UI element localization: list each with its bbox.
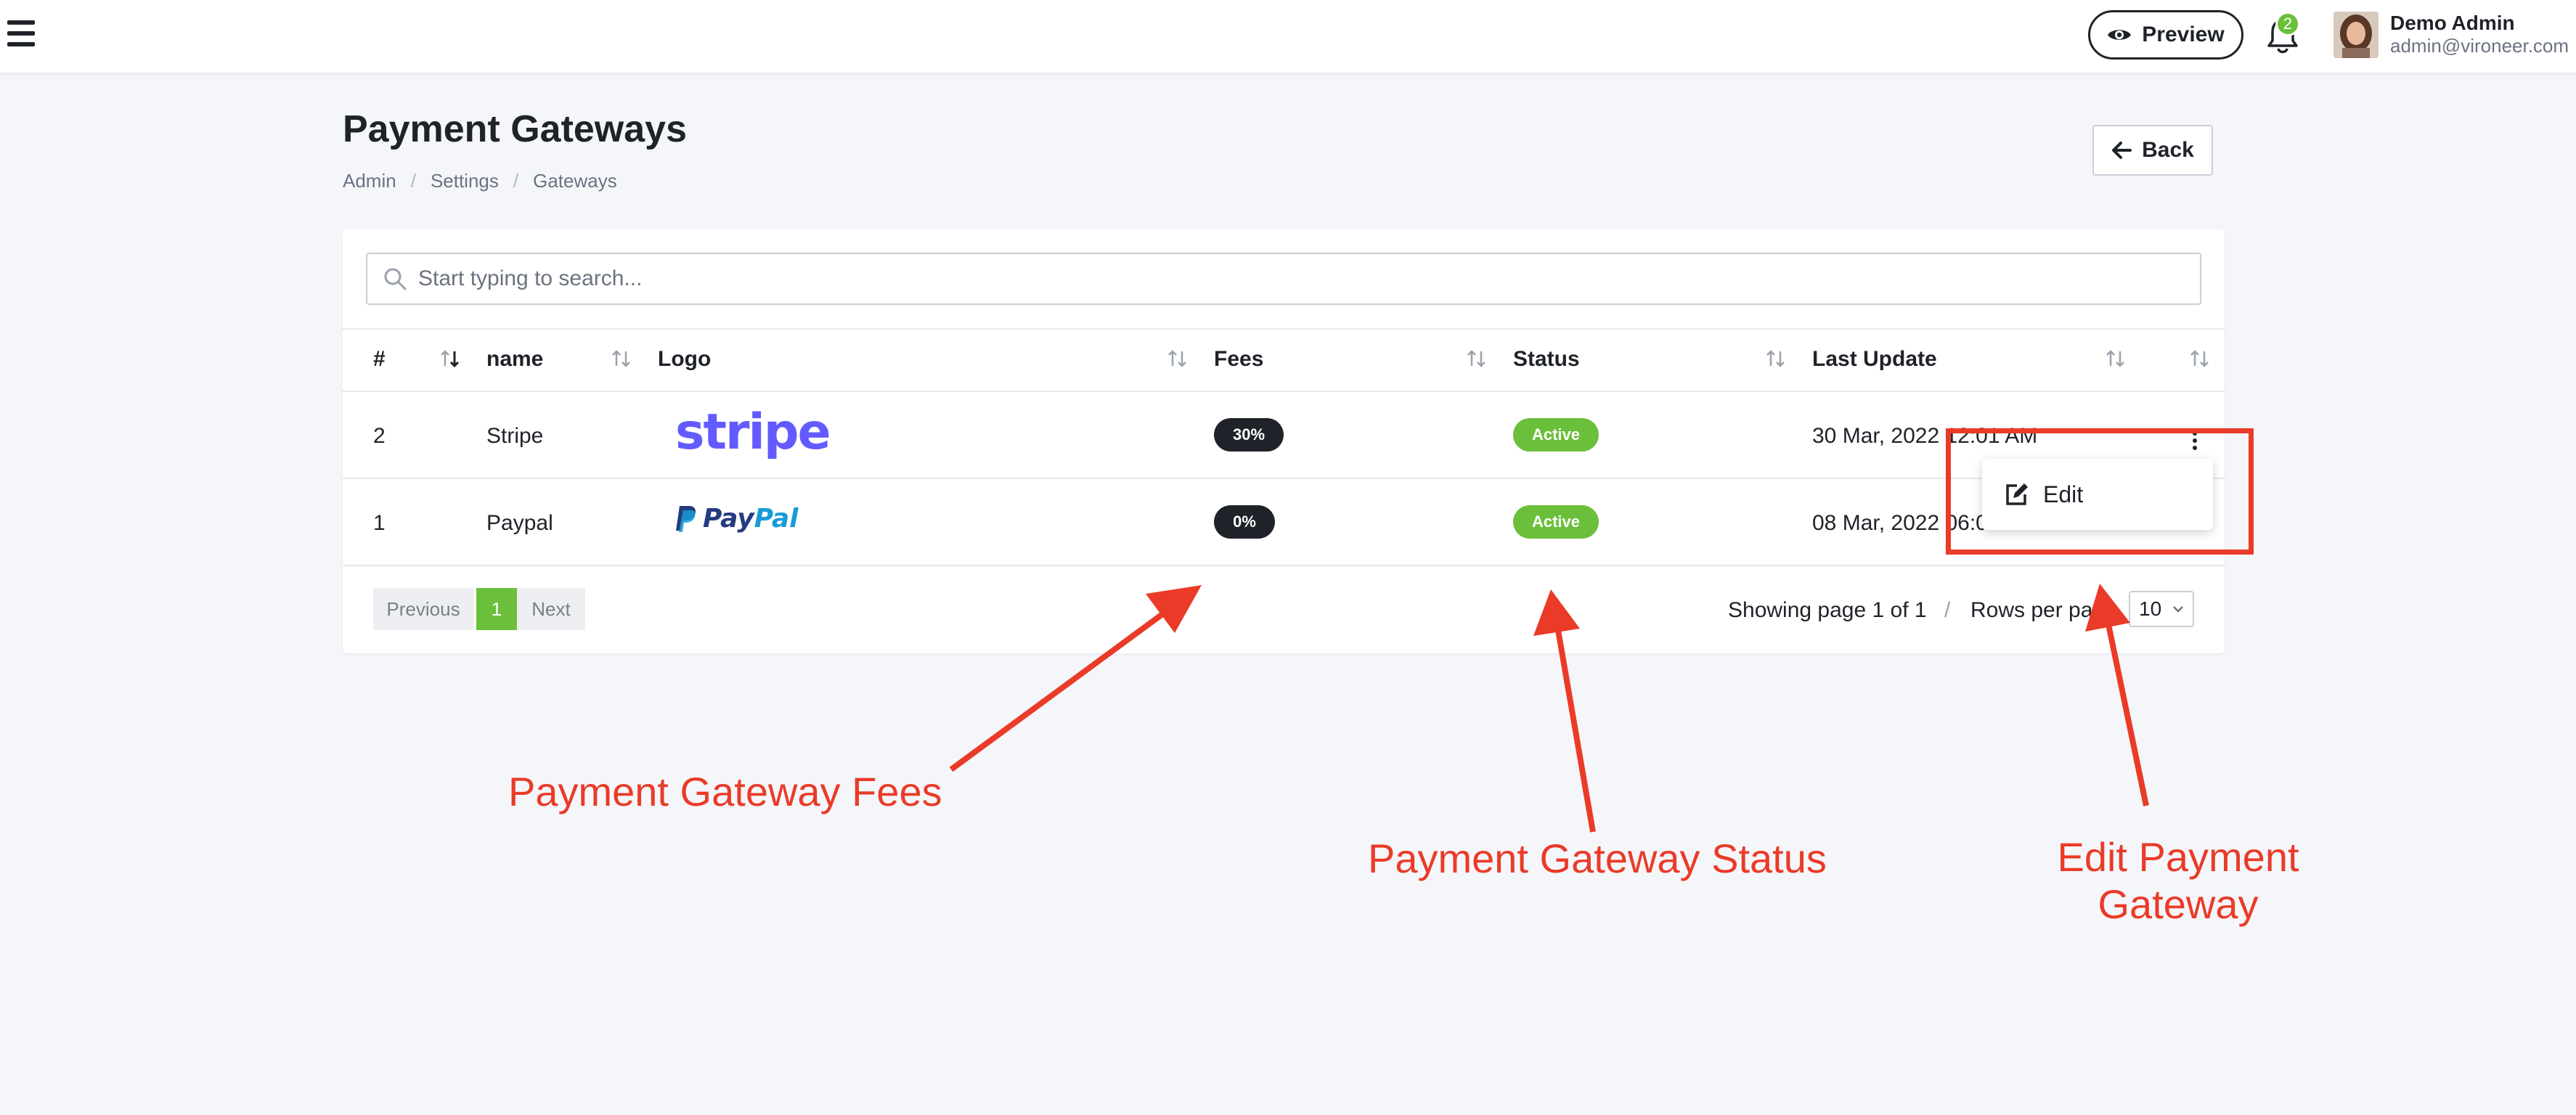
breadcrumb-admin[interactable]: Admin xyxy=(343,170,396,192)
preview-label: Preview xyxy=(2142,23,2225,46)
page-1-button[interactable]: 1 xyxy=(476,588,517,630)
paypal-logo: PayPal xyxy=(675,504,798,534)
rows-per-page-label: Rows per page xyxy=(1970,598,2117,622)
divider xyxy=(343,328,2225,330)
back-label: Back xyxy=(2142,138,2194,162)
divider xyxy=(343,565,2225,566)
annotation-edit-line1: Edit Payment xyxy=(2057,834,2299,880)
page-info: Showing page 1 of 1 xyxy=(1728,598,1927,622)
rows-per-page-value: 10 xyxy=(2139,597,2162,620)
avatar[interactable] xyxy=(2334,12,2379,58)
breadcrumb-settings[interactable]: Settings xyxy=(431,170,499,192)
search-icon xyxy=(384,268,407,290)
search-box xyxy=(366,253,2201,305)
breadcrumb-separator: / xyxy=(513,170,519,192)
next-page-button[interactable]: Next xyxy=(517,588,585,630)
row-name: Stripe xyxy=(486,424,544,448)
page-title: Payment Gateways xyxy=(343,108,688,150)
rows-per-page-select[interactable]: 10 xyxy=(2129,591,2194,627)
arrow-left-icon xyxy=(2112,142,2132,159)
breadcrumb: Admin / Settings / Gateways xyxy=(343,170,617,192)
row-id: 1 xyxy=(373,511,386,535)
divider xyxy=(343,391,2225,392)
column-header-id[interactable]: # xyxy=(373,347,386,372)
column-header-name[interactable]: name xyxy=(486,347,543,372)
stripe-logo: stripe xyxy=(675,404,831,461)
sort-icon[interactable] xyxy=(1464,346,1490,372)
menu-toggle-icon[interactable] xyxy=(7,20,35,46)
preview-button[interactable]: Preview xyxy=(2088,10,2243,60)
chevron-down-icon xyxy=(2173,606,2183,613)
breadcrumb-gateways: Gateways xyxy=(533,170,617,192)
divider xyxy=(343,478,2225,479)
row-name: Paypal xyxy=(486,511,553,535)
sort-icon[interactable] xyxy=(608,346,635,372)
status-badge: Active xyxy=(1513,505,1599,539)
column-header-logo[interactable]: Logo xyxy=(658,347,711,372)
paypal-wordmark-pal: Pal xyxy=(754,504,799,534)
column-header-fees[interactable]: Fees xyxy=(1214,347,1263,372)
paypal-mark-icon xyxy=(676,505,696,532)
status-badge: Active xyxy=(1513,418,1599,452)
column-header-status[interactable]: Status xyxy=(1513,347,1580,372)
previous-page-button[interactable]: Previous xyxy=(373,588,473,630)
user-email: admin@vironeer.com xyxy=(2390,35,2569,57)
user-name[interactable]: Demo Admin xyxy=(2390,12,2515,35)
eye-icon xyxy=(2108,30,2132,40)
column-header-last-update[interactable]: Last Update xyxy=(1812,347,1937,372)
notification-badge: 2 xyxy=(2275,12,2300,36)
paypal-wordmark-pay: Pay xyxy=(703,504,754,534)
fees-badge: 0% xyxy=(1214,505,1275,539)
sort-icon[interactable] xyxy=(2103,346,2129,372)
edit-highlight-box xyxy=(1946,428,2254,555)
top-navbar: Preview 2 Demo Admin admin@vironeer.com xyxy=(0,0,2576,73)
row-id: 2 xyxy=(373,424,386,448)
annotation-status: Payment Gateway Status xyxy=(1368,836,1827,881)
back-button[interactable]: Back xyxy=(2092,125,2213,176)
sort-desc-icon[interactable] xyxy=(437,346,463,372)
annotation-edit: Edit Payment Gateway xyxy=(2047,833,2309,928)
annotation-edit-line2: Gateway xyxy=(2098,881,2259,927)
pagination: Previous 1 Next xyxy=(373,588,585,630)
fees-badge: 30% xyxy=(1214,418,1284,452)
annotation-fees: Payment Gateway Fees xyxy=(508,769,942,814)
page-info-separator: / xyxy=(1944,598,1951,622)
search-input[interactable] xyxy=(418,257,2161,301)
sort-icon[interactable] xyxy=(1165,346,1191,372)
breadcrumb-separator: / xyxy=(410,170,416,192)
sort-icon[interactable] xyxy=(2187,346,2213,372)
sort-icon[interactable] xyxy=(1763,346,1789,372)
gateways-card: # name Logo Fees Status Last Update 2 St… xyxy=(343,229,2225,653)
